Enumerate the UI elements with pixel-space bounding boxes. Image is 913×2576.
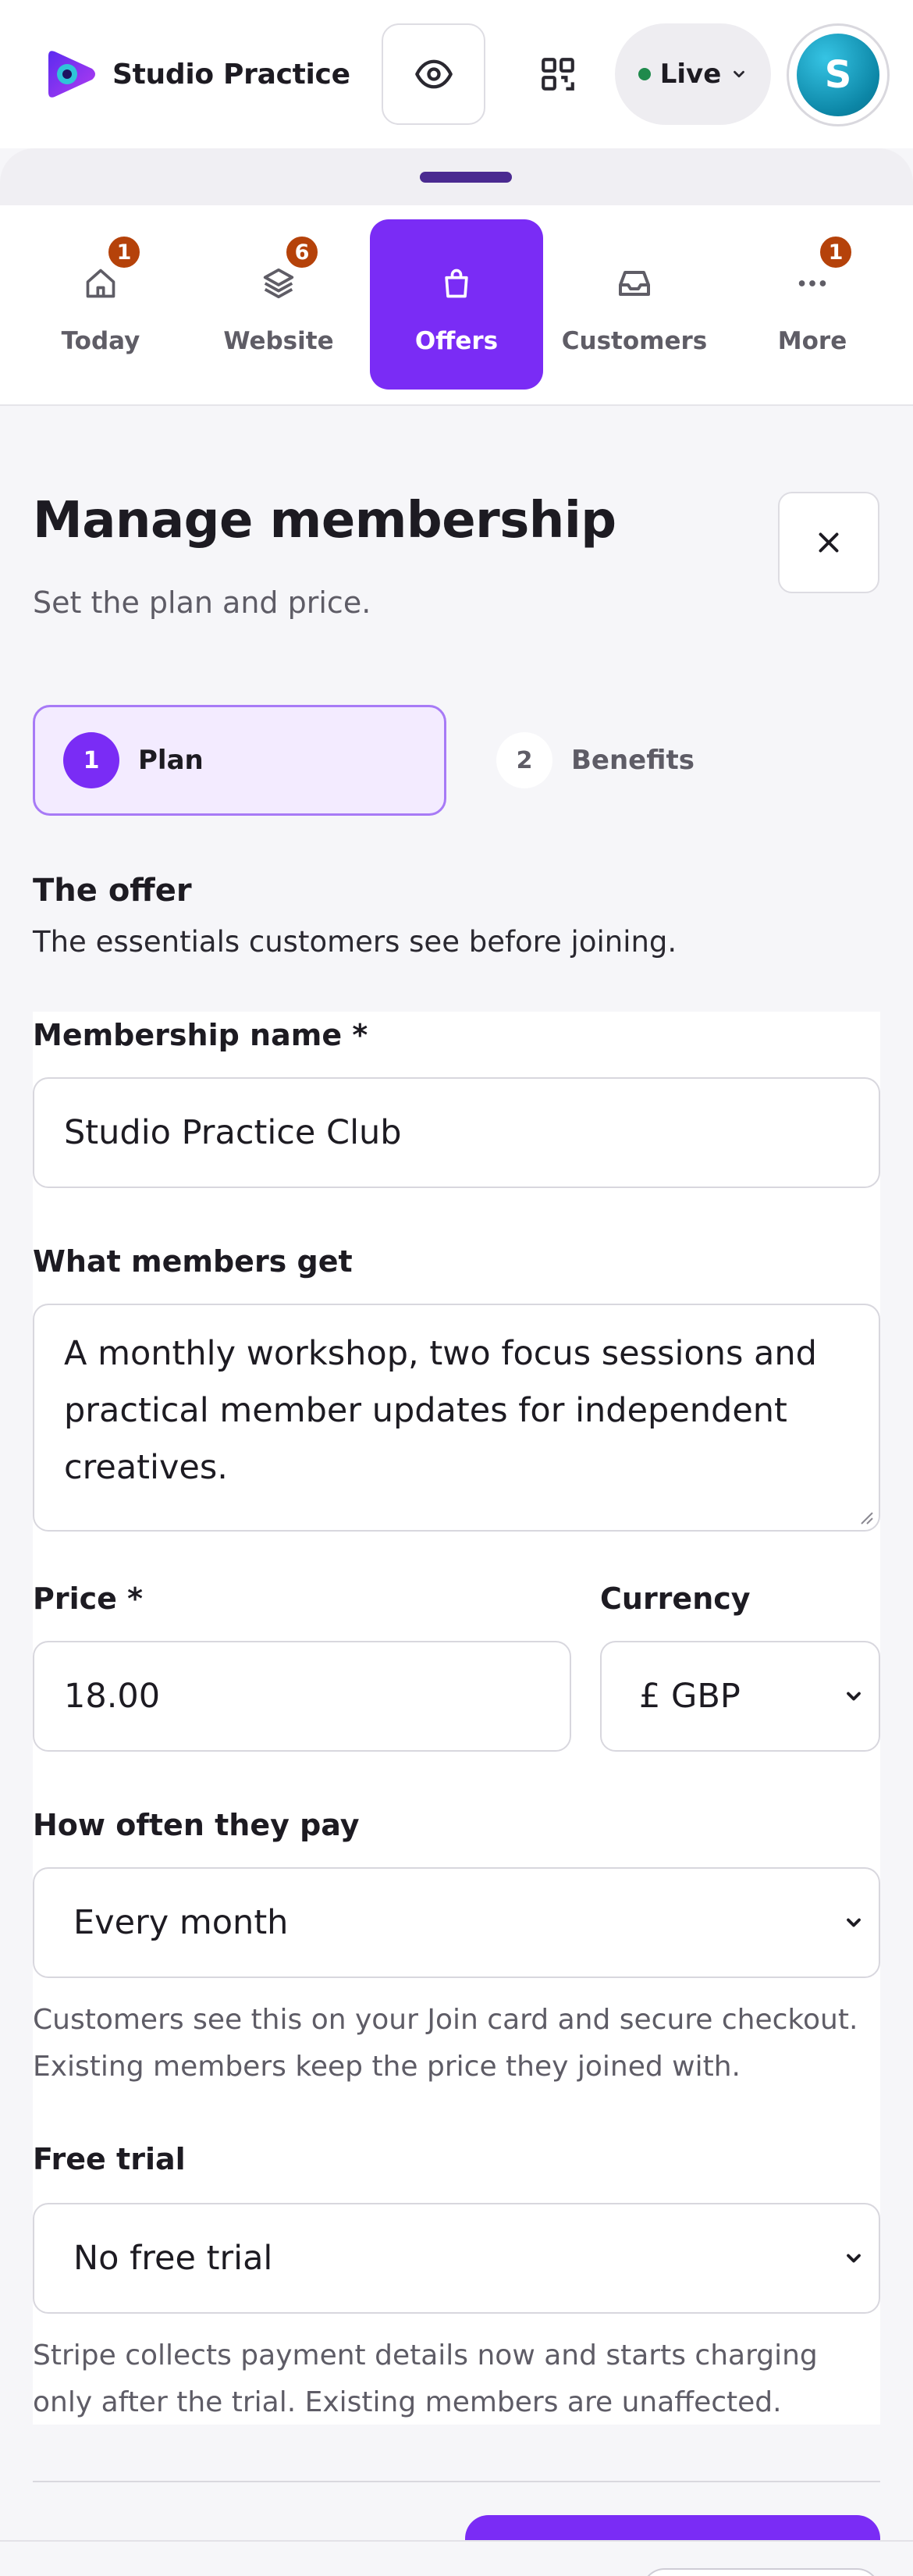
currency-select[interactable]: £ GBP (600, 1641, 880, 1752)
payment-frequency-select[interactable]: Every month (33, 1867, 880, 1978)
price-input[interactable]: 18.00 (33, 1641, 571, 1752)
close-icon (819, 532, 839, 553)
membership-name-input[interactable]: Studio Practice Club (33, 1077, 880, 1188)
step-label: Plan (138, 745, 204, 776)
main-tab-bar: 1 Today 6 Website Offers Customers 1 Mor… (0, 205, 913, 406)
qr-code-icon (542, 58, 574, 91)
textarea-text: A monthly workshop, two focus sessions a… (64, 1334, 817, 1487)
studio-logo-icon (48, 51, 95, 98)
preview-button[interactable] (382, 23, 485, 125)
layers-icon (263, 268, 294, 299)
tab-more[interactable]: 1 More (726, 219, 899, 390)
step-plan[interactable]: 1 Plan (33, 705, 446, 816)
frequency-value: Every month (73, 1903, 289, 1942)
tab-label: Offers (414, 327, 499, 355)
free-trial-select[interactable]: No free trial (33, 2203, 880, 2314)
what-members-get-textarea[interactable]: A monthly workshop, two focus sessions a… (33, 1304, 880, 1532)
eye-icon (414, 59, 453, 89)
tab-icon-wrap: 1 (79, 233, 143, 305)
trial-value: No free trial (73, 2239, 273, 2278)
price-label: Price * (33, 1582, 144, 1616)
notification-badge: 1 (817, 233, 854, 271)
frequency-help-text: Customers see this on your Join card and… (33, 2004, 858, 2083)
brand[interactable]: Studio Practice (44, 45, 350, 103)
free-trial-label: Free trial (33, 2142, 186, 2176)
trial-help-text: Stripe collects payment details now and … (33, 2339, 818, 2418)
avatar: S (797, 34, 879, 116)
tab-offers[interactable]: Offers (370, 219, 543, 390)
form-footer-divider (33, 2481, 880, 2482)
inbox-icon (619, 271, 650, 296)
home-icon (86, 269, 115, 298)
qr-code-button[interactable] (515, 31, 601, 117)
tab-website[interactable]: 6 Website (192, 219, 365, 390)
notification-badge: 6 (283, 233, 321, 271)
account-avatar-button[interactable]: S (787, 23, 890, 126)
tab-today[interactable]: 1 Today (14, 219, 187, 390)
what-members-get-label: What members get (33, 1244, 353, 1279)
tab-icon-wrap (613, 262, 656, 305)
membership-name-label: Membership name * (33, 1018, 368, 1052)
page-title: Manage membership (33, 492, 616, 550)
live-status-toggle[interactable]: Live (615, 23, 771, 125)
section-subtitle: The essentials customers see before join… (33, 925, 677, 959)
chevron-down-icon (847, 1692, 861, 1701)
close-button[interactable] (778, 492, 879, 593)
chevron-down-icon (734, 70, 745, 78)
top-header: Studio Practice Live S (0, 0, 913, 148)
tab-icon-wrap (435, 262, 478, 305)
notification-badge: 1 (105, 233, 143, 271)
tab-label: Today (61, 327, 140, 355)
section-title: The offer (33, 873, 192, 909)
tab-label: More (777, 327, 847, 355)
tab-icon-wrap: 6 (257, 233, 321, 305)
currency-label: Currency (600, 1582, 751, 1616)
tab-label: Website (223, 327, 334, 355)
tab-icon-wrap: 1 (790, 233, 854, 305)
currency-value: £ GBP (639, 1677, 741, 1716)
chevron-down-icon (847, 2254, 861, 2263)
step-benefits[interactable]: 2 Benefits (468, 705, 780, 816)
membership-form: Membership name * Studio Practice Club W… (33, 1012, 880, 2425)
step-number: 1 (63, 732, 119, 788)
sheet-drag-handle[interactable] (420, 172, 512, 183)
more-dots-icon (798, 280, 826, 286)
step-number: 2 (496, 732, 552, 788)
step-label: Benefits (571, 745, 695, 776)
resize-grip-icon[interactable] (857, 1508, 874, 1525)
payment-frequency-label: How often they pay (33, 1808, 360, 1842)
tab-label: Customers (561, 327, 708, 355)
shopping-bag-icon (445, 269, 468, 298)
page-subtitle: Set the plan and price. (33, 585, 371, 620)
chevron-down-icon (847, 1918, 861, 1927)
tab-customers[interactable]: Customers (548, 219, 721, 390)
brand-name: Studio Practice (112, 58, 350, 91)
live-label: Live (659, 59, 722, 90)
bottom-bar-button[interactable] (641, 2568, 880, 2576)
live-status-dot (638, 68, 651, 80)
